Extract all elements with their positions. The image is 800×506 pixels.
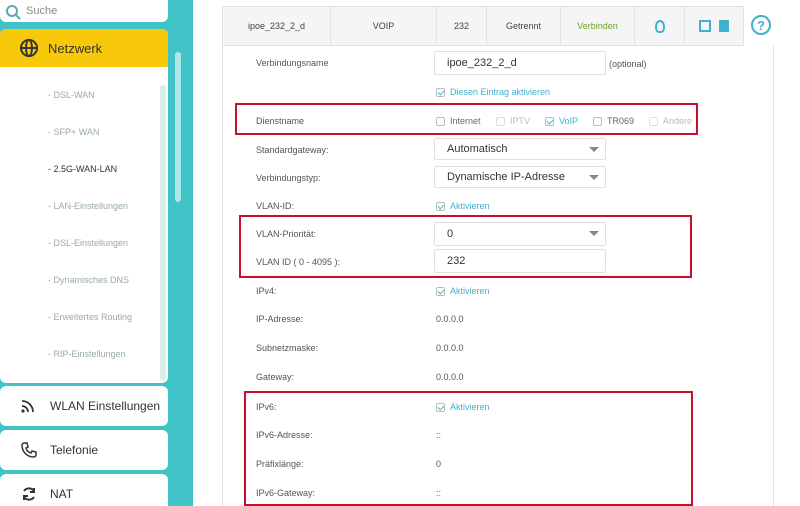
connection-name-input[interactable]: ipoe_232_2_d bbox=[434, 51, 606, 75]
help-icon[interactable]: ? bbox=[751, 15, 771, 35]
search-icon bbox=[6, 5, 18, 17]
wlan-label: WLAN Einstellungen bbox=[50, 399, 161, 413]
nat-icon bbox=[20, 486, 38, 502]
cell-status: Getrennt bbox=[487, 7, 561, 45]
connection-type-label: Verbindungstyp: bbox=[256, 173, 321, 183]
vlan-enable-checkbox[interactable]: Aktivieren bbox=[436, 201, 490, 211]
search-box[interactable]: Suche bbox=[0, 0, 168, 22]
table-row: ipoe_232_2_d VOIP 232 Getrennt Verbinden bbox=[222, 6, 744, 46]
submenu-sfp-wan[interactable]: - SFP+ WAN bbox=[48, 127, 99, 137]
sidebar: Suche Netzwerk - DSL-WAN - SFP+ WAN - 2.… bbox=[0, 0, 183, 506]
edit-icon[interactable] bbox=[699, 20, 711, 32]
bulb-icon bbox=[654, 19, 665, 33]
cell-service: VOIP bbox=[331, 7, 437, 45]
ip-address-label: IP-Adresse: bbox=[256, 314, 304, 324]
globe-icon bbox=[20, 39, 38, 57]
gateway-label: Gateway: bbox=[256, 372, 295, 382]
wifi-icon bbox=[20, 398, 38, 414]
connection-type-select[interactable]: Dynamische IP-Adresse bbox=[434, 166, 606, 188]
sidebar-item-wlan[interactable]: WLAN Einstellungen bbox=[0, 386, 168, 426]
submenu-rip-settings[interactable]: - RIP-Einstellungen bbox=[48, 349, 126, 359]
submenu-scrollbar[interactable] bbox=[160, 85, 166, 381]
sidebar-item-nat[interactable]: NAT bbox=[0, 474, 168, 506]
phone-icon bbox=[20, 442, 38, 458]
vlan-id-label: VLAN-ID: bbox=[256, 201, 295, 211]
checkbox-checked-icon bbox=[436, 87, 445, 97]
sidebar-item-telephony[interactable]: Telefonie bbox=[0, 430, 168, 470]
highlight-vlan bbox=[239, 215, 692, 278]
connect-link[interactable]: Verbinden bbox=[561, 7, 635, 45]
submenu-dynamic-dns[interactable]: - Dynamisches DNS bbox=[48, 275, 129, 285]
submenu-dsl-wan[interactable]: - DSL-WAN bbox=[48, 90, 95, 100]
network-label: Netzwerk bbox=[48, 40, 103, 56]
checkbox-checked-icon bbox=[436, 286, 445, 296]
highlight-service-name bbox=[235, 103, 698, 135]
optional-hint: (optional) bbox=[609, 59, 647, 69]
submenu-advanced-routing[interactable]: - Erweitertes Routing bbox=[48, 312, 132, 322]
bulb-button[interactable] bbox=[635, 7, 685, 45]
submenu-2-5g-wan-lan[interactable]: - 2.5G-WAN-LAN bbox=[48, 164, 117, 174]
submenu-lan-settings[interactable]: - LAN-Einstellungen bbox=[48, 201, 128, 211]
subnet-label: Subnetzmaske: bbox=[256, 343, 319, 353]
row-actions bbox=[685, 7, 743, 45]
ipv4-enable-label: Aktivieren bbox=[450, 286, 490, 296]
cell-vlan: 232 bbox=[437, 7, 487, 45]
enable-entry-label: Diesen Eintrag aktivieren bbox=[450, 87, 551, 97]
sidebar-scrollbar[interactable] bbox=[175, 52, 181, 202]
ipv4-enable-checkbox[interactable]: Aktivieren bbox=[436, 286, 490, 296]
highlight-ipv6 bbox=[244, 391, 693, 506]
submenu-dsl-settings[interactable]: - DSL-Einstellungen bbox=[48, 238, 128, 248]
cell-name: ipoe_232_2_d bbox=[223, 7, 331, 45]
connection-name-label: Verbindungsname bbox=[256, 58, 329, 68]
ip-address-value: 0.0.0.0 bbox=[436, 314, 464, 324]
default-gateway-select[interactable]: Automatisch bbox=[434, 138, 606, 160]
subnet-value: 0.0.0.0 bbox=[436, 343, 464, 353]
search-placeholder: Suche bbox=[26, 5, 58, 17]
vlan-enable-label: Aktivieren bbox=[450, 201, 490, 211]
trash-icon[interactable] bbox=[719, 20, 729, 32]
gateway-value: 0.0.0.0 bbox=[436, 372, 464, 382]
sidebar-item-network[interactable]: Netzwerk bbox=[0, 29, 168, 67]
checkbox-checked-icon bbox=[436, 201, 445, 211]
telephony-label: Telefonie bbox=[50, 443, 99, 457]
network-panel: Netzwerk - DSL-WAN - SFP+ WAN - 2.5G-WAN… bbox=[0, 29, 168, 383]
enable-entry-checkbox[interactable]: Diesen Eintrag aktivieren bbox=[436, 87, 550, 97]
default-gateway-label: Standardgateway: bbox=[256, 145, 329, 155]
nat-label: NAT bbox=[50, 487, 74, 501]
ipv4-label: IPv4: bbox=[256, 286, 277, 296]
